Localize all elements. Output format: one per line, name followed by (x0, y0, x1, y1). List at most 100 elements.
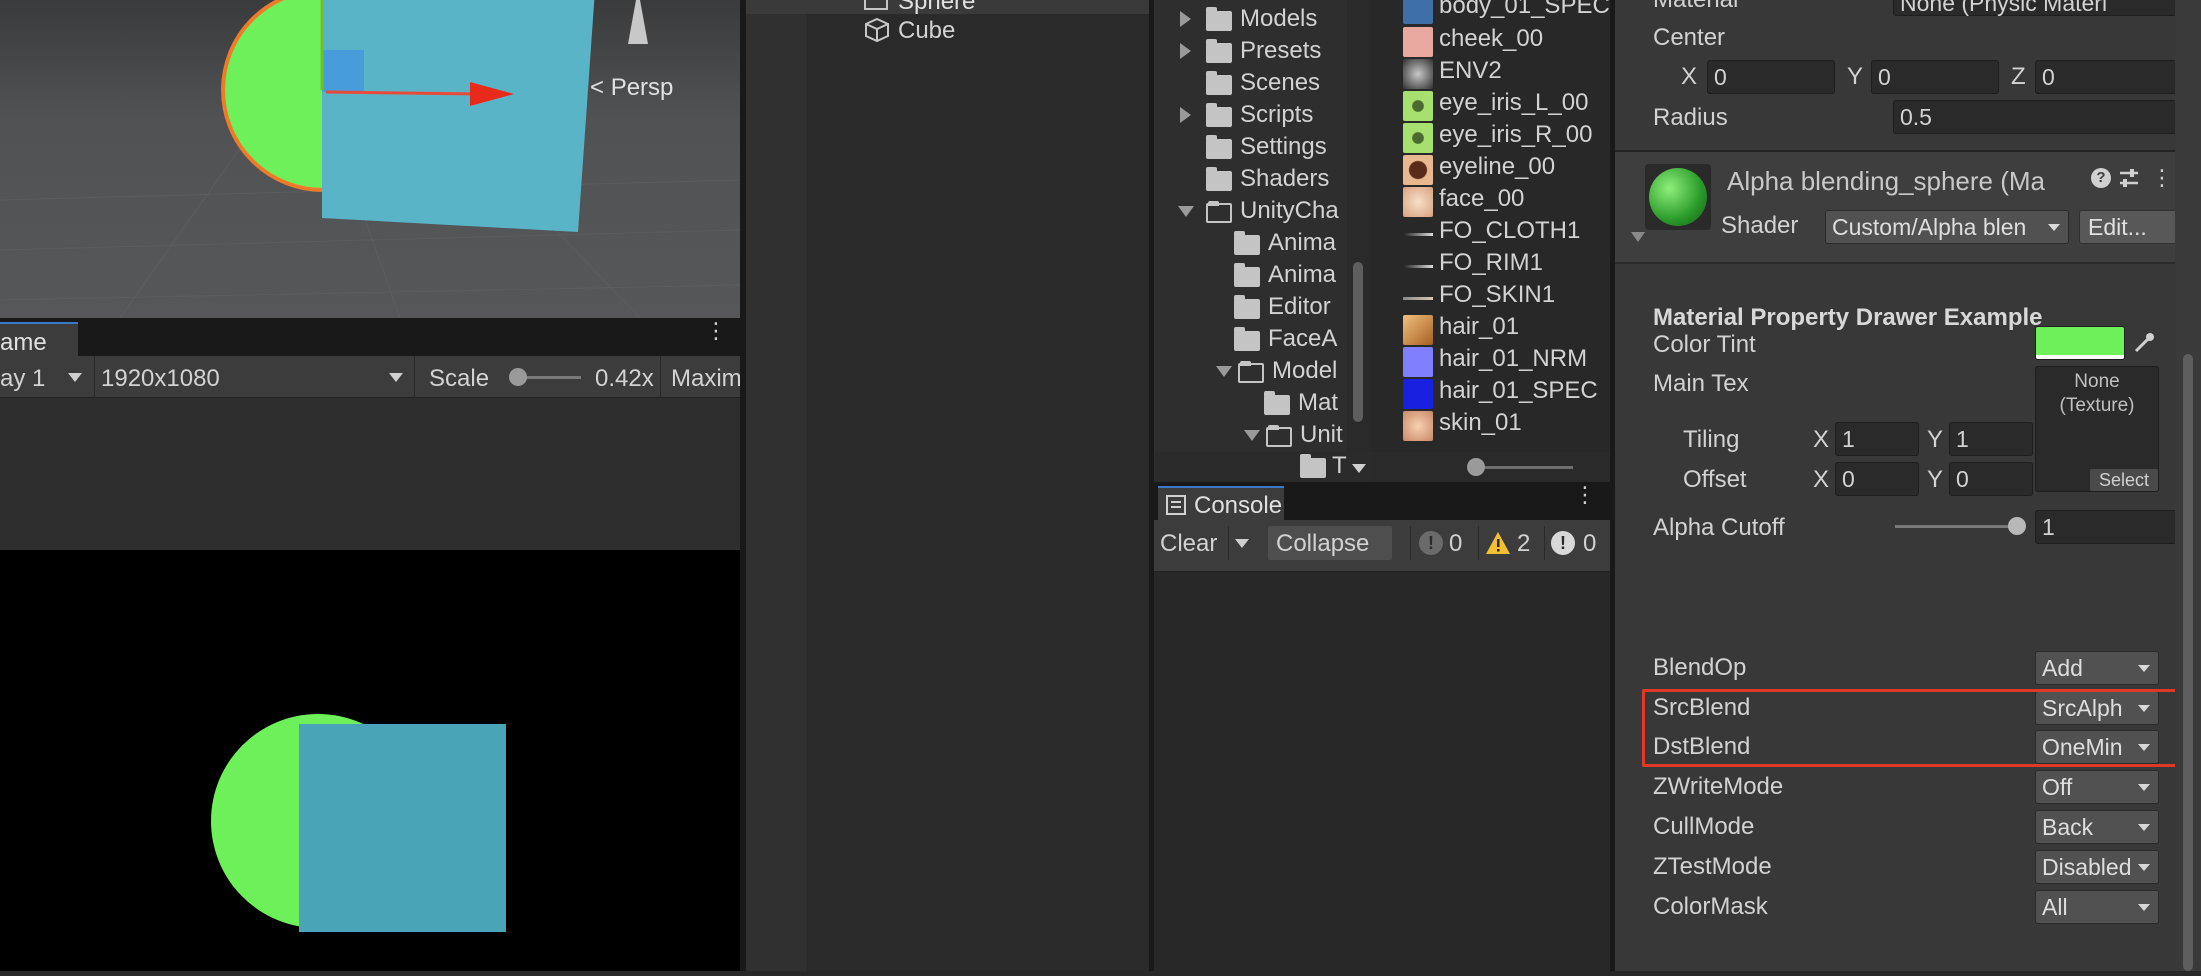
scrollbar-thumb[interactable] (1353, 262, 1363, 422)
gradient-thumbnail-icon (1403, 297, 1433, 300)
main-tex-slot[interactable]: None (Texture) Select (2035, 366, 2159, 492)
inspector-scrollbar[interactable] (2175, 0, 2201, 971)
scene-cube (322, 0, 595, 232)
alpha-cutoff-slider-handle[interactable] (2008, 517, 2026, 535)
collapse-arrow-icon[interactable] (1178, 206, 1194, 217)
eyedropper-icon[interactable] (2131, 330, 2157, 356)
annotation-highlight-box (1642, 689, 2190, 767)
texture-thumbnail-icon (1403, 59, 1433, 89)
expand-arrow-icon[interactable] (1180, 11, 1191, 27)
texture-select-button[interactable]: Select (2090, 469, 2158, 491)
texture-thumbnail-icon (1403, 379, 1433, 409)
folder-tree-scrollbar[interactable] (1347, 0, 1369, 452)
game-more-icon[interactable]: ⋮ (705, 320, 727, 342)
asset-row[interactable]: skin_01 (1403, 409, 1608, 441)
console-log-area[interactable] (1154, 572, 1610, 971)
icon-size-slider-track[interactable] (1473, 466, 1573, 469)
display-dropdown[interactable]: ay 1 (0, 360, 90, 394)
folder-icon (1234, 327, 1260, 351)
game-tab-bar: ame ⋮ (0, 318, 740, 356)
asset-row[interactable]: cheek_00 (1403, 25, 1608, 57)
material-more-icon[interactable]: ⋮ (2151, 167, 2173, 189)
scale-slider-handle[interactable] (509, 368, 527, 386)
offset-y-field[interactable]: 0 (1949, 462, 2033, 496)
asset-row[interactable]: hair_01_NRM (1403, 345, 1608, 377)
clear-button[interactable]: Clear (1154, 526, 1228, 560)
colormask-dropdown[interactable]: All (2035, 890, 2159, 924)
scrollbar-thumb[interactable] (2183, 354, 2193, 971)
asset-row[interactable]: eye_iris_R_00 (1403, 121, 1608, 153)
hierarchy-selected-row[interactable]: Sphere (746, 0, 1149, 15)
asset-row[interactable]: hair_01_SPEC (1403, 377, 1608, 409)
expand-arrow-icon[interactable] (1180, 107, 1191, 123)
maximize-toggle[interactable]: Maxim (660, 356, 742, 398)
collapse-toggle[interactable]: Collapse (1268, 526, 1392, 560)
folder-icon (1300, 454, 1326, 478)
cullmode-dropdown[interactable]: Back (2035, 810, 2159, 844)
center-y-field[interactable]: 0 (1871, 60, 1999, 94)
alpha-cutoff-field[interactable]: 1 (2035, 510, 2177, 544)
asset-row[interactable]: hair_01 (1403, 313, 1608, 345)
preset-icon[interactable] (2117, 166, 2141, 190)
property-cullmode: CullMode Back (1615, 809, 2201, 845)
console-tab[interactable]: Console (1158, 486, 1284, 520)
project-folder-tree: Models Presets Scenes Scripts Settings S… (1154, 0, 1369, 452)
expand-arrow-icon[interactable] (1180, 43, 1191, 59)
icon-size-slider-handle[interactable] (1467, 458, 1485, 476)
collapse-arrow-icon[interactable] (1244, 430, 1260, 441)
scene-view[interactable]: < Persp (0, 0, 740, 318)
resolution-dropdown[interactable]: 1920x1080 (94, 356, 414, 398)
inspector-panel: Material None (Physic Materi Center X 0 … (1615, 0, 2201, 971)
error-filter-toggle[interactable]: ! 0 (1410, 526, 1476, 560)
edit-shader-button[interactable]: Edit... (2079, 210, 2189, 244)
color-tint-swatch[interactable] (2035, 326, 2125, 360)
chevron-down-icon (389, 373, 403, 382)
section-title: Material Property Drawer Example (1653, 304, 2043, 331)
game-letterbox (0, 398, 740, 550)
asset-row[interactable]: ENV2 (1403, 57, 1608, 89)
asset-row[interactable]: face_00 (1403, 185, 1608, 217)
persp-label[interactable]: < Persp (590, 74, 673, 102)
scene-viewport[interactable] (0, 0, 740, 318)
game-render (0, 550, 740, 971)
offset-x-field[interactable]: 0 (1835, 462, 1919, 496)
zwritemode-dropdown[interactable]: Off (2035, 770, 2159, 804)
scroll-down-icon[interactable] (1352, 464, 1366, 473)
asset-row[interactable]: body_01_SPEC (1403, 0, 1610, 26)
material-header: Alpha blending_sphere (Ma ? ⋮ Shader Cus… (1615, 152, 2201, 262)
console-icon (1166, 495, 1186, 515)
collapse-arrow-icon[interactable] (1216, 366, 1232, 377)
console-more-icon[interactable]: ⋮ (1574, 484, 1596, 506)
game-tab[interactable]: ame (0, 322, 78, 356)
physic-material-field[interactable]: None (Physic Materi (1893, 0, 2177, 16)
tiling-x-field[interactable]: 1 (1835, 422, 1919, 456)
clear-options-dropdown[interactable] (1228, 526, 1256, 560)
asset-row[interactable]: FO_RIM1 (1403, 249, 1608, 281)
scale-control: Scale 0.42x (414, 356, 658, 398)
asset-row[interactable]: eyeline_00 (1403, 153, 1608, 185)
folder-icon (1206, 39, 1232, 63)
asset-row[interactable]: FO_SKIN1 (1403, 281, 1608, 313)
asset-row[interactable]: eye_iris_L_00 (1403, 89, 1608, 121)
ztestmode-dropdown[interactable]: Disabled (2035, 850, 2159, 884)
blendop-dropdown[interactable]: Add (2035, 651, 2159, 685)
asset-row[interactable]: FO_CLOTH1 (1403, 217, 1608, 249)
gradient-thumbnail-icon (1403, 265, 1433, 268)
alpha-cutoff-slider-track[interactable] (1895, 525, 2017, 528)
folder-open-icon (1206, 201, 1232, 223)
foldout-arrow-icon[interactable] (1631, 232, 1645, 242)
folder-row-textures[interactable]: T (1154, 452, 1369, 482)
tiling-y-field[interactable]: 1 (1949, 422, 2033, 456)
warning-filter-toggle[interactable]: 2 (1478, 526, 1542, 560)
warning-icon (1486, 532, 1510, 554)
cube-icon (864, 0, 888, 10)
texture-thumbnail-icon (1403, 123, 1433, 153)
radius-field[interactable]: 0.5 (1893, 100, 2177, 134)
texture-thumbnail-icon (1403, 187, 1433, 217)
center-z-field[interactable]: 0 (2035, 60, 2177, 94)
hierarchy-item-cube[interactable]: Cube (746, 14, 1149, 46)
info-filter-toggle[interactable]: ! 0 (1544, 526, 1608, 560)
help-icon[interactable]: ? (2091, 168, 2111, 188)
shader-dropdown[interactable]: Custom/Alpha blen (1825, 210, 2069, 244)
center-x-field[interactable]: 0 (1707, 60, 1835, 94)
